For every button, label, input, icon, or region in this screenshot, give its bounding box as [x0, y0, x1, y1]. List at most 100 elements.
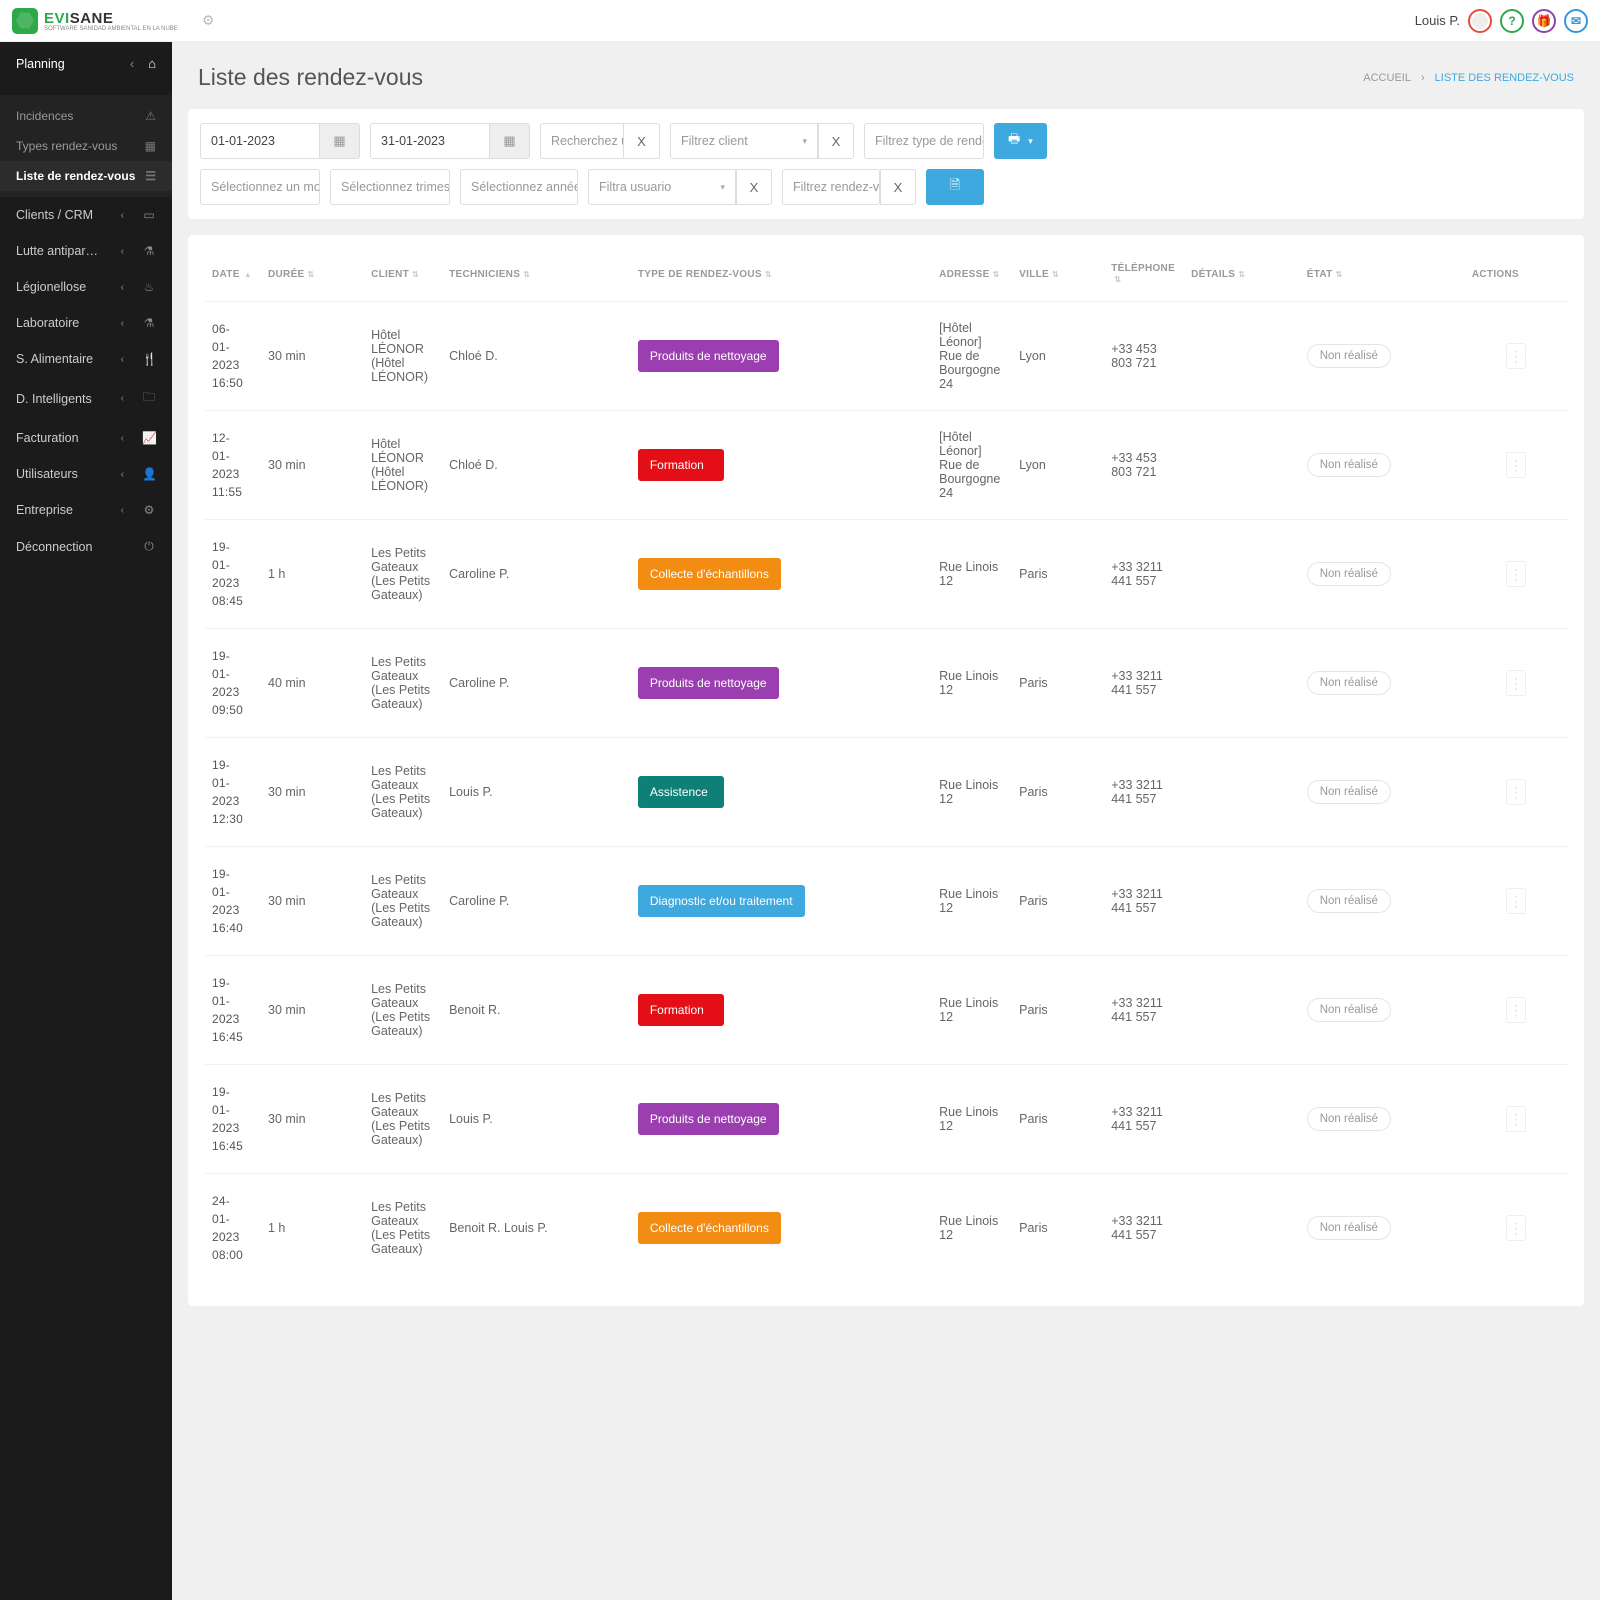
table-row: 19-01-2023 16:4030 minLes Petits Gateaux… — [204, 847, 1568, 956]
chevron-left-icon: ‹ — [130, 57, 134, 71]
th-client[interactable]: CLIENT⇅ — [363, 253, 441, 302]
filter-panel: 01-01-2023 ▦ 31-01-2023 ▦ Recherchez un … — [188, 109, 1584, 219]
sidebar-section-planning[interactable]: Planning ‹ ⌂ — [0, 42, 172, 95]
calendar-icon[interactable]: ▦ — [320, 123, 360, 159]
sidebar-item-incidences[interactable]: Incidences ⚠ — [0, 101, 172, 131]
cell-duree: 30 min — [260, 302, 363, 411]
clear-client-button[interactable]: X — [818, 123, 854, 159]
sidebar-item[interactable]: D. Intelligents‹🗀 — [0, 377, 172, 420]
date-to-input[interactable]: 31-01-2023 ▦ — [370, 123, 530, 159]
cell-actions[interactable]: ⋮ — [1464, 411, 1568, 520]
cell-actions[interactable]: ⋮ — [1464, 738, 1568, 847]
calendar-icon[interactable]: ▦ — [490, 123, 530, 159]
cell-actions[interactable]: ⋮ — [1464, 302, 1568, 411]
cell-ville: Paris — [1011, 738, 1103, 847]
export-icon: 🗎 — [950, 176, 960, 198]
filter-user-select[interactable]: Filtra usuario X — [588, 169, 772, 205]
export-button[interactable]: 🗎 — [926, 169, 984, 205]
cell-ville: Lyon — [1011, 302, 1103, 411]
cell-tech: Caroline P. — [441, 520, 630, 629]
more-icon: ⋮ — [1506, 561, 1526, 587]
month-select[interactable]: Sélectionnez un mois — [200, 169, 320, 205]
user-label[interactable]: Louis P. — [1415, 13, 1460, 28]
sidebar-item[interactable]: Facturation‹📈 — [0, 420, 172, 456]
cell-ville: Paris — [1011, 1174, 1103, 1283]
cell-actions[interactable]: ⋮ — [1464, 1065, 1568, 1174]
filter-client-select[interactable]: Filtrez client X — [670, 123, 854, 159]
th-type[interactable]: TYPE DE RENDEZ-VOUS⇅ — [630, 253, 931, 302]
cell-client: Les Petits Gateaux (Les Petits Gateaux) — [363, 738, 441, 847]
clear-user-button[interactable]: X — [736, 169, 772, 205]
help-icon[interactable]: ? — [1500, 9, 1524, 33]
cell-client: Les Petits Gateaux (Les Petits Gateaux) — [363, 956, 441, 1065]
cell-tel: +33 453 803 721 — [1103, 411, 1183, 520]
th-details[interactable]: DÉTAILS⇅ — [1183, 253, 1299, 302]
status-badge: Non réalisé — [1307, 1107, 1391, 1131]
th-tech[interactable]: TECHNICIENS⇅ — [441, 253, 630, 302]
sidebar-item[interactable]: Entreprise‹⚙ — [0, 492, 172, 528]
sidebar-item[interactable]: Déconnection⏻ — [0, 528, 172, 565]
sidebar-item[interactable]: S. Alimentaire‹🍴 — [0, 341, 172, 377]
logo-text-2: SANE — [70, 10, 114, 27]
cell-tech: Chloé D. — [441, 302, 630, 411]
search-client-input[interactable]: Recherchez un client X — [540, 123, 660, 159]
th-actions: ACTIONS — [1464, 253, 1568, 302]
sidebar-item-liste-rdv[interactable]: Liste de rendez-vous ☰ — [0, 161, 172, 191]
filter-rdv-input[interactable]: Filtrez rendez-vous X — [782, 169, 916, 205]
th-date[interactable]: DATE ▴ — [204, 253, 260, 302]
sidebar: Planning ‹ ⌂ Incidences ⚠ Types rendez-v… — [0, 42, 172, 1600]
date-from-input[interactable]: 01-01-2023 ▦ — [200, 123, 360, 159]
sidebar-item[interactable]: Lutte antipar…‹⚗ — [0, 233, 172, 269]
cell-date: 19-01-2023 08:45 — [204, 520, 260, 629]
cell-duree: 40 min — [260, 629, 363, 738]
th-adresse[interactable]: ADRESSE⇅ — [931, 253, 1011, 302]
cell-details — [1183, 629, 1299, 738]
cell-date: 24-01-2023 08:00 — [204, 1174, 260, 1283]
year-select[interactable]: Sélectionnez année ▾ — [460, 169, 578, 205]
cell-actions[interactable]: ⋮ — [1464, 1174, 1568, 1283]
chat-icon[interactable]: ✉ — [1564, 9, 1588, 33]
clear-rdv-button[interactable]: X — [880, 169, 916, 205]
quarter-select[interactable]: Sélectionnez trimestre — [330, 169, 450, 205]
cell-actions[interactable]: ⋮ — [1464, 847, 1568, 956]
sidebar-item[interactable]: Laboratoire‹⚗ — [0, 305, 172, 341]
chevron-left-icon: ‹ — [121, 393, 124, 404]
cell-tech: Caroline P. — [441, 847, 630, 956]
th-tel[interactable]: TÉLÉPHONE⇅ — [1103, 253, 1183, 302]
sidebar-subitems: Incidences ⚠ Types rendez-vous ▦ Liste d… — [0, 95, 172, 197]
th-ville[interactable]: VILLE⇅ — [1011, 253, 1103, 302]
th-duree[interactable]: DURÉE⇅ — [260, 253, 363, 302]
breadcrumb-current: LISTE DES RENDEZ-VOUS — [1435, 72, 1574, 84]
sidebar-item[interactable]: Clients / CRM‹▭ — [0, 197, 172, 233]
logo[interactable]: EVISANE SOFTWARE SANIDAD AMBIENTAL EN LA… — [12, 8, 178, 34]
cell-date: 12-01-2023 11:55 — [204, 411, 260, 520]
avatar-icon[interactable] — [1468, 9, 1492, 33]
sidebar-item[interactable]: Légionellose‹♨ — [0, 269, 172, 305]
cell-adresse: Rue Linois 12 — [931, 520, 1011, 629]
gear-icon[interactable]: ⚙ — [202, 12, 215, 29]
cell-ville: Paris — [1011, 629, 1103, 738]
sidebar-item[interactable]: Utilisateurs‹👤 — [0, 456, 172, 492]
sidebar-item-types-rdv[interactable]: Types rendez-vous ▦ — [0, 131, 172, 161]
cell-adresse: [Hôtel Léonor] Rue de Bourgogne 24 — [931, 411, 1011, 520]
filter-type-input[interactable]: Filtrez type de rendez-vous — [864, 123, 984, 159]
table-row: 19-01-2023 16:4530 minLes Petits Gateaux… — [204, 956, 1568, 1065]
clear-search-button[interactable]: X — [624, 123, 660, 159]
breadcrumb-home[interactable]: ACCUEIL — [1363, 72, 1411, 84]
more-icon: ⋮ — [1506, 1106, 1526, 1132]
more-icon: ⋮ — [1506, 997, 1526, 1023]
cell-actions[interactable]: ⋮ — [1464, 956, 1568, 1065]
cell-client: Les Petits Gateaux (Les Petits Gateaux) — [363, 629, 441, 738]
cell-date: 19-01-2023 16:45 — [204, 1065, 260, 1174]
print-button[interactable]: 🖶▾ — [994, 123, 1047, 159]
cell-actions[interactable]: ⋮ — [1464, 629, 1568, 738]
gift-icon[interactable]: 🎁 — [1532, 9, 1556, 33]
home-icon[interactable]: ⌂ — [148, 56, 156, 71]
cell-ville: Paris — [1011, 956, 1103, 1065]
table-row: 19-01-2023 08:451 hLes Petits Gateaux (L… — [204, 520, 1568, 629]
table-row: 06-01-2023 16:5030 minHôtel LÉONOR (Hôte… — [204, 302, 1568, 411]
th-etat[interactable]: ÉTAT⇅ — [1299, 253, 1464, 302]
cell-actions[interactable]: ⋮ — [1464, 520, 1568, 629]
menu-icon: ⏻ — [142, 539, 156, 554]
cell-duree: 30 min — [260, 411, 363, 520]
